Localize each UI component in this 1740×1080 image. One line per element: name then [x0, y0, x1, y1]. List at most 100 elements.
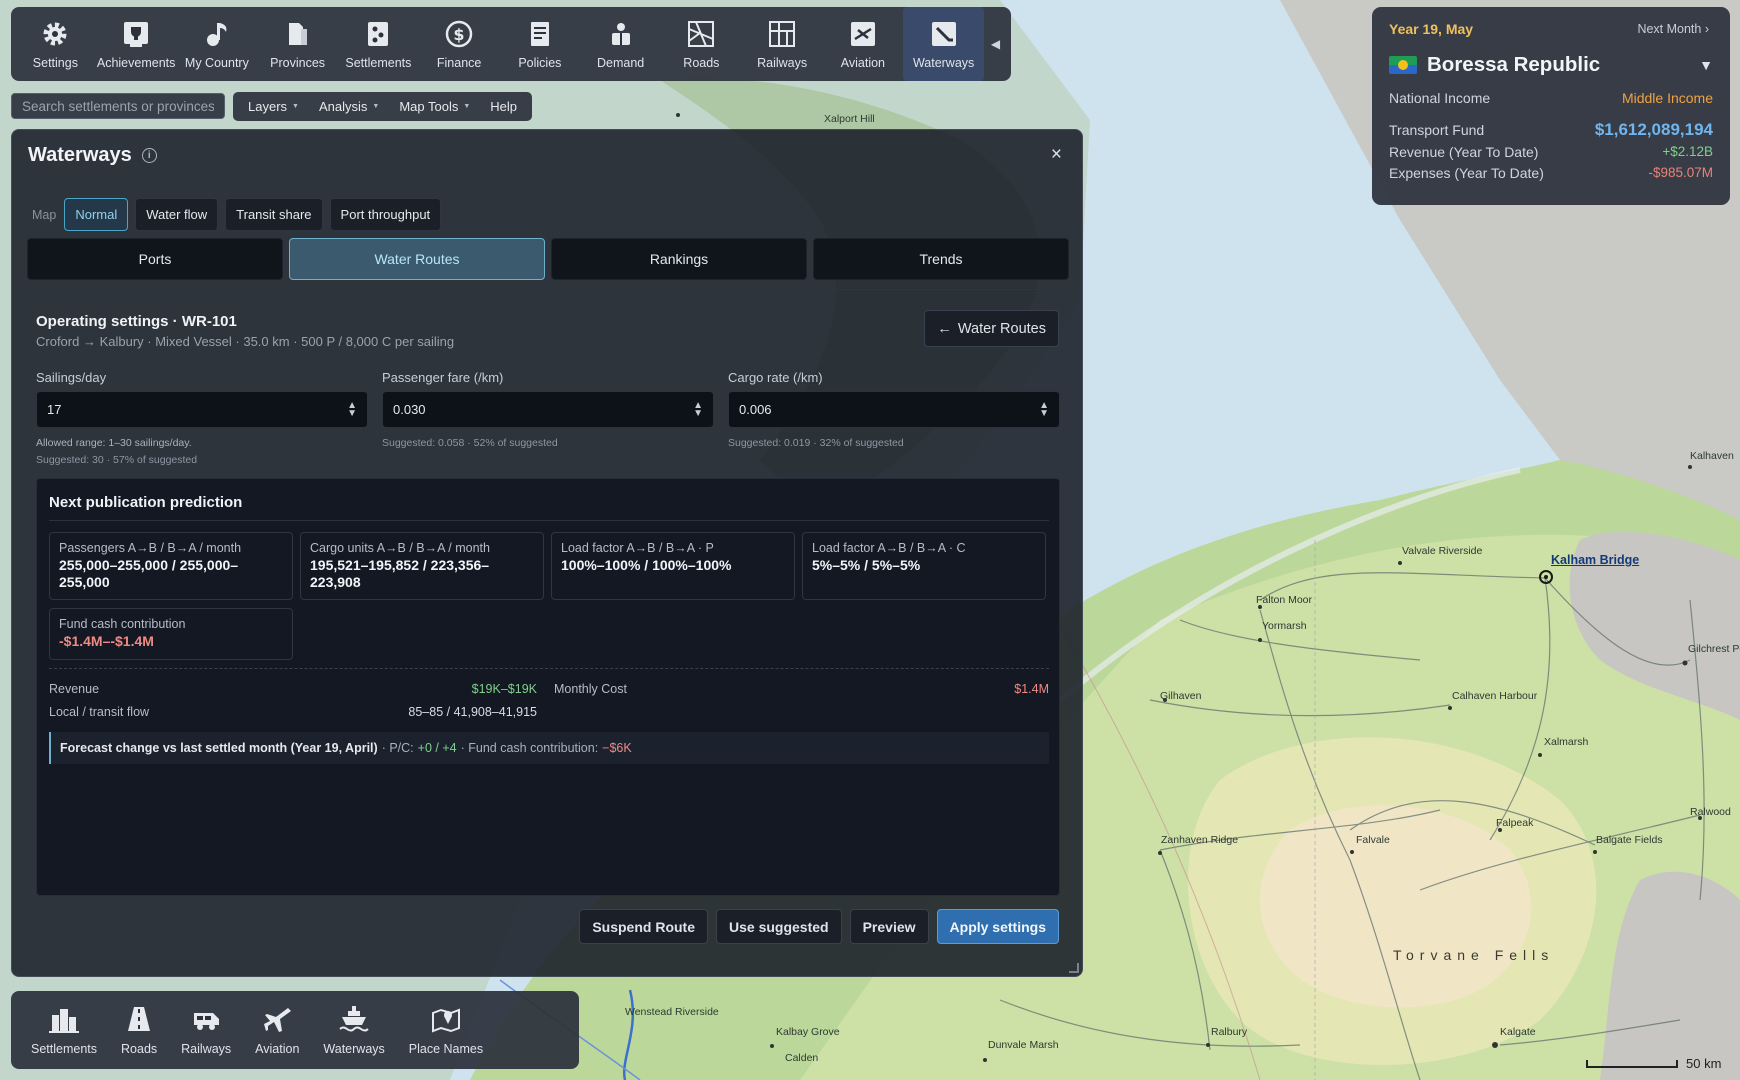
country-flag [1389, 56, 1417, 74]
layer-label: Railways [181, 1042, 232, 1056]
stepper-icon[interactable]: ▲ ▼ [693, 400, 703, 418]
back-to-water-routes-button[interactable]: ← Water Routes [924, 310, 1059, 347]
tab-water-routes[interactable]: Water Routes [289, 238, 545, 280]
passenger-fare-input[interactable]: 0.030 ▲ ▼ [382, 391, 714, 428]
country-selector[interactable]: Boressa Republic ▼ [1389, 53, 1713, 77]
map-label: Calhaven Harbour [1452, 690, 1538, 702]
map-mode-selector: Map Normal Water flow Transit share Port… [32, 198, 442, 231]
search-input[interactable] [11, 93, 225, 119]
toolbar-settings[interactable]: Settings [15, 7, 96, 81]
dropdown-triangle-icon[interactable]: ▼ [1699, 57, 1713, 73]
menu-label: Map Tools [399, 99, 459, 114]
map-mode-normal[interactable]: Normal [64, 198, 129, 231]
passenger-fare-label: Passenger fare (/km) [382, 370, 504, 385]
svg-text:$: $ [454, 25, 465, 44]
menu-map-tools[interactable]: Map Tools ▼ [390, 95, 479, 118]
settlements-layer-icon [48, 1004, 80, 1034]
waterways-layer-icon [338, 1004, 370, 1034]
suspend-route-button[interactable]: Suspend Route [579, 909, 708, 944]
tab-rankings[interactable]: Rankings [551, 238, 807, 280]
map-scale-label: 50 km [1686, 1056, 1722, 1071]
sailings-value: 17 [47, 402, 62, 417]
menu-help[interactable]: Help [481, 95, 526, 118]
map-label: Calden [785, 1052, 819, 1064]
info-icon[interactable]: i [141, 148, 157, 163]
layer-waterways[interactable]: Waterways [311, 991, 396, 1069]
map-label: Zanhaven Ridge [1161, 834, 1239, 846]
map-scale-bar [1586, 1059, 1678, 1068]
layer-place-names[interactable]: Place Names [397, 991, 495, 1069]
load-factor-p-card: Load factor A→B / B→A · P 100%–100% / 10… [551, 532, 795, 600]
tab-ports[interactable]: Ports [27, 238, 283, 280]
map-mode-transit-share[interactable]: Transit share [225, 198, 323, 231]
toolbar-aviation[interactable]: Aviation [823, 7, 904, 81]
prediction-title: Next publication prediction [49, 494, 243, 511]
national-income-label: National Income [1389, 90, 1491, 106]
toolbar-demand[interactable]: Demand [580, 7, 661, 81]
toolbar-roads[interactable]: Roads [661, 7, 742, 81]
use-suggested-button[interactable]: Use suggested [716, 909, 842, 944]
monthly-cost-label: Monthly Cost [554, 682, 627, 696]
transport-fund-label: Transport Fund [1389, 122, 1485, 138]
roads-icon [685, 18, 717, 50]
close-panel-button[interactable]: × [1051, 144, 1062, 166]
operating-settings-title: Operating settings · WR-101 [36, 313, 237, 330]
toolbar-settlements[interactable]: Settlements [338, 7, 419, 81]
toolbar-waterways[interactable]: Waterways [903, 7, 984, 81]
tab-trends[interactable]: Trends [813, 238, 1069, 280]
revenue-label: Revenue [49, 682, 100, 696]
toolbar-label: Roads [683, 56, 720, 70]
sailings-label: Sailings/day [36, 370, 107, 385]
card-value: 255,000–255,000 / 255,000–255,000 [59, 557, 239, 590]
layer-label: Waterways [323, 1042, 385, 1056]
toolbar-achievements[interactable]: Achievements [96, 7, 177, 81]
divider [27, 289, 1069, 290]
toolbar-label: Provinces [270, 56, 326, 70]
map-scale: 50 km [1586, 1056, 1721, 1071]
map-mode-water-flow[interactable]: Water flow [135, 198, 219, 231]
collapse-toolbar-button[interactable]: ◀ [984, 7, 1007, 81]
divider [49, 520, 1049, 521]
country-info-panel: Year 19, May Next Month › Boressa Republ… [1372, 7, 1730, 205]
menu-analysis[interactable]: Analysis ▼ [310, 95, 388, 118]
sailings-input[interactable]: 17 ▲ ▼ [36, 391, 368, 428]
expenses-ytd-label: Expenses (Year To Date) [1389, 165, 1544, 181]
map-label-selected[interactable]: Kalham Bridge [1551, 553, 1639, 567]
toolbar-provinces[interactable]: Provinces [257, 7, 338, 81]
toolbar-my-country[interactable]: My Country [177, 7, 258, 81]
arrow-left-icon: ← [937, 320, 952, 337]
toolbar-finance[interactable]: $ Finance [419, 7, 500, 81]
map-label: Falvale [1356, 834, 1390, 846]
card-label: Load factor A→B / B→A · P [561, 541, 714, 555]
menu-layers[interactable]: Layers ▼ [239, 95, 308, 118]
national-income-value: Middle Income [1621, 90, 1713, 106]
menu-label: Help [490, 99, 518, 114]
caret-down-icon: ▼ [292, 103, 299, 110]
card-value: 5%–5% / 5%–5% [812, 557, 921, 573]
card-value: 195,521–195,852 / 223,356–223,908 [310, 557, 490, 590]
map-label: Falton Moor [1256, 594, 1313, 606]
apply-settings-button[interactable]: Apply settings [936, 909, 1059, 944]
back-button-label: Water Routes [957, 320, 1046, 337]
layer-settlements[interactable]: Settlements [19, 991, 109, 1069]
main-toolbar: Settings Achievements My Country Provinc… [11, 7, 1011, 81]
current-date: Year 19, May [1389, 21, 1474, 37]
stepper-icon[interactable]: ▲ ▼ [1039, 400, 1049, 418]
stepper-icon[interactable]: ▲ ▼ [347, 400, 357, 418]
caret-down-icon: ▼ [372, 103, 380, 110]
cargo-rate-input[interactable]: 0.006 ▲ ▼ [728, 391, 1060, 428]
revenue-ytd-label: Revenue (Year To Date) [1389, 144, 1539, 160]
layer-railways[interactable]: Railways [169, 991, 243, 1069]
layer-toolbar: Settlements Roads Railways Aviation Wate… [11, 991, 579, 1069]
next-month-button[interactable]: Next Month › [1633, 19, 1713, 39]
resize-handle-icon[interactable] [1069, 963, 1079, 973]
toolbar-policies[interactable]: Policies [500, 7, 581, 81]
layer-aviation[interactable]: Aviation [243, 991, 311, 1069]
preview-button[interactable]: Preview [849, 909, 929, 944]
passenger-fare-value: 0.030 [393, 402, 426, 417]
flow-label: Local / transit flow [49, 705, 150, 719]
toolbar-railways[interactable]: Railways [742, 7, 823, 81]
panel-title: Waterways [28, 144, 132, 166]
layer-roads[interactable]: Roads [109, 991, 169, 1069]
map-mode-port-throughput[interactable]: Port throughput [329, 198, 442, 231]
